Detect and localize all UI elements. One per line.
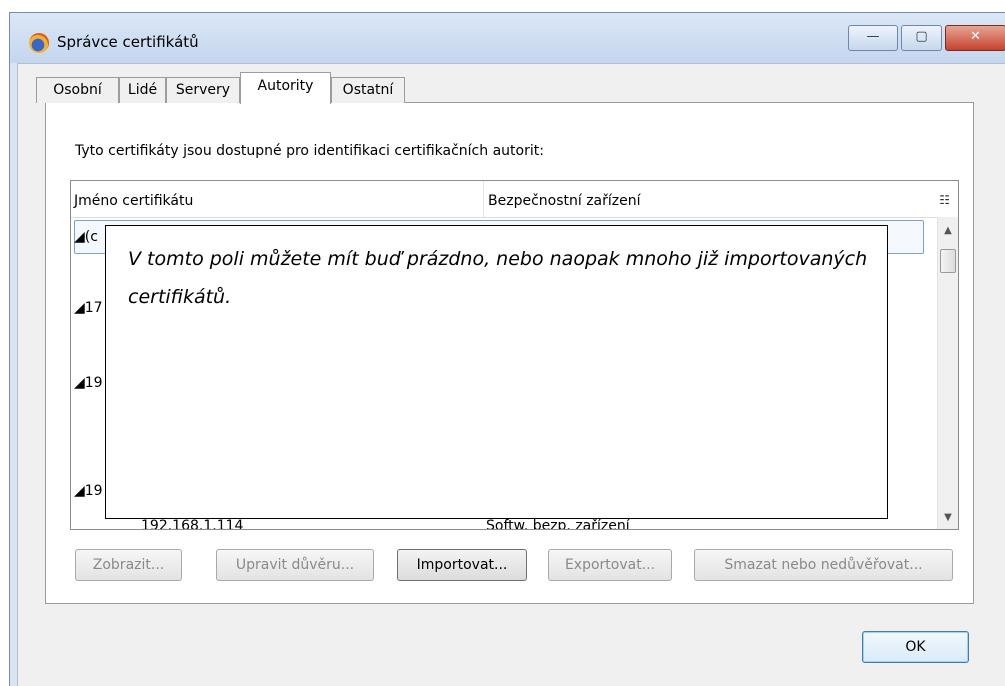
tree-row-1-expander[interactable]: ◢(c	[74, 229, 98, 245]
tab-people[interactable]: Lidé	[119, 77, 166, 103]
column-header-security-device[interactable]: Bezpečnostní zařízení	[485, 181, 925, 217]
scroll-down-arrow-icon[interactable]: ▼	[938, 512, 958, 523]
column-picker-icon[interactable]: ☷	[939, 193, 950, 207]
callout-text: V tomto poli můžete mít buď prázdno, neb…	[128, 248, 868, 308]
maximize-icon: ▢	[915, 29, 928, 44]
edit-trust-button[interactable]: Upravit důvěru...	[216, 549, 374, 581]
tree-row-partial-device: Softw. bezp. zařízení	[486, 518, 630, 530]
tree-row-partial-name[interactable]: 192.168.1.114	[141, 518, 243, 529]
panel-description: Tyto certifikáty jsou dostupné pro ident…	[75, 143, 544, 159]
export-button[interactable]: Exportovat...	[548, 549, 672, 581]
ok-button[interactable]: OK	[862, 631, 969, 663]
tab-others[interactable]: Ostatní	[331, 77, 405, 103]
tab-personal[interactable]: Osobní	[36, 77, 119, 103]
window-title: Správce certifikátů	[57, 33, 199, 51]
view-button[interactable]: Zobrazit...	[75, 549, 182, 581]
tree-row-4-expander[interactable]: ◢19	[74, 483, 103, 499]
close-button[interactable]: ✕	[945, 25, 1005, 51]
tree-row-2-expander[interactable]: ◢17	[74, 300, 103, 316]
tree-row-3-expander[interactable]: ◢19	[74, 375, 103, 391]
scroll-up-arrow-icon[interactable]: ▲	[938, 225, 958, 236]
scroll-thumb[interactable]	[940, 249, 956, 273]
minimize-button[interactable]: —	[848, 25, 898, 51]
annotation-callout: V tomto poli můžete mít buď prázdno, neb…	[105, 225, 888, 519]
column-header-certificate-name[interactable]: Jméno certifikátu	[71, 181, 484, 217]
title-bar[interactable]: Správce certifikátů — ▢ ✕	[10, 13, 1005, 63]
maximize-button[interactable]: ▢	[901, 25, 942, 51]
firefox-icon	[29, 33, 49, 53]
vertical-scrollbar[interactable]: ▲ ▼	[937, 217, 958, 529]
tree-header: Jméno certifikátu Bezpečnostní zařízení …	[71, 181, 958, 218]
tab-servers[interactable]: Servery	[166, 77, 240, 103]
import-button[interactable]: Importovat...	[397, 549, 527, 581]
tab-authorities[interactable]: Autority	[240, 72, 331, 104]
delete-or-distrust-button[interactable]: Smazat nebo nedůvěřovat...	[694, 549, 953, 581]
close-icon: ✕	[970, 29, 981, 44]
minimize-icon: —	[866, 29, 880, 44]
